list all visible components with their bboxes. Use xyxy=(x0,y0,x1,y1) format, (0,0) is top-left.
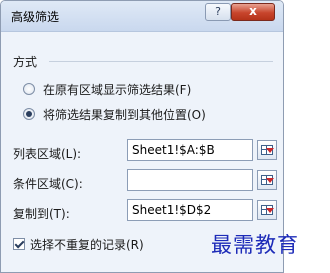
close-button[interactable]: x xyxy=(231,3,275,21)
watermark: 最需教育 xyxy=(211,233,299,257)
criteria-range-input[interactable] xyxy=(127,169,253,191)
dialog-title: 高级筛选 xyxy=(11,10,60,24)
radio-label-filter-in-place: 在原有区域显示筛选结果(F) xyxy=(43,82,192,97)
radio-copy-to-other[interactable]: 将筛选结果复制到其他位置(O) xyxy=(23,106,206,122)
criteria-range-ref-button[interactable] xyxy=(257,170,277,190)
unique-records-label: 选择不重复的记录(R) xyxy=(30,237,144,252)
radio-button[interactable] xyxy=(23,83,35,95)
copy-to-input[interactable] xyxy=(127,199,253,221)
help-button[interactable]: ? xyxy=(205,3,231,21)
unique-records-checkbox[interactable] xyxy=(13,238,25,250)
radio-button[interactable] xyxy=(23,108,35,120)
title-bar: 高级筛选 ? x xyxy=(1,1,283,32)
radio-label-copy-to-other: 将筛选结果复制到其他位置(O) xyxy=(43,107,206,122)
list-range-label: 列表区域(L): xyxy=(13,147,82,161)
method-group-label: 方式 xyxy=(13,55,38,69)
close-icon: x xyxy=(249,4,257,18)
unique-records-checkbox-row[interactable]: 选择不重复的记录(R) xyxy=(13,235,144,253)
copy-to-ref-button[interactable] xyxy=(257,200,277,220)
arrow-icon xyxy=(266,148,274,153)
arrow-icon xyxy=(266,178,274,183)
criteria-range-label: 条件区域(C): xyxy=(13,177,83,191)
radio-filter-in-place[interactable]: 在原有区域显示筛选结果(F) xyxy=(23,81,191,97)
arrow-icon xyxy=(266,208,274,213)
help-icon: ? xyxy=(215,5,221,18)
list-range-input[interactable] xyxy=(127,139,253,161)
list-range-ref-button[interactable] xyxy=(257,140,277,160)
group-separator xyxy=(49,61,273,62)
copy-to-label: 复制到(T): xyxy=(13,207,70,221)
